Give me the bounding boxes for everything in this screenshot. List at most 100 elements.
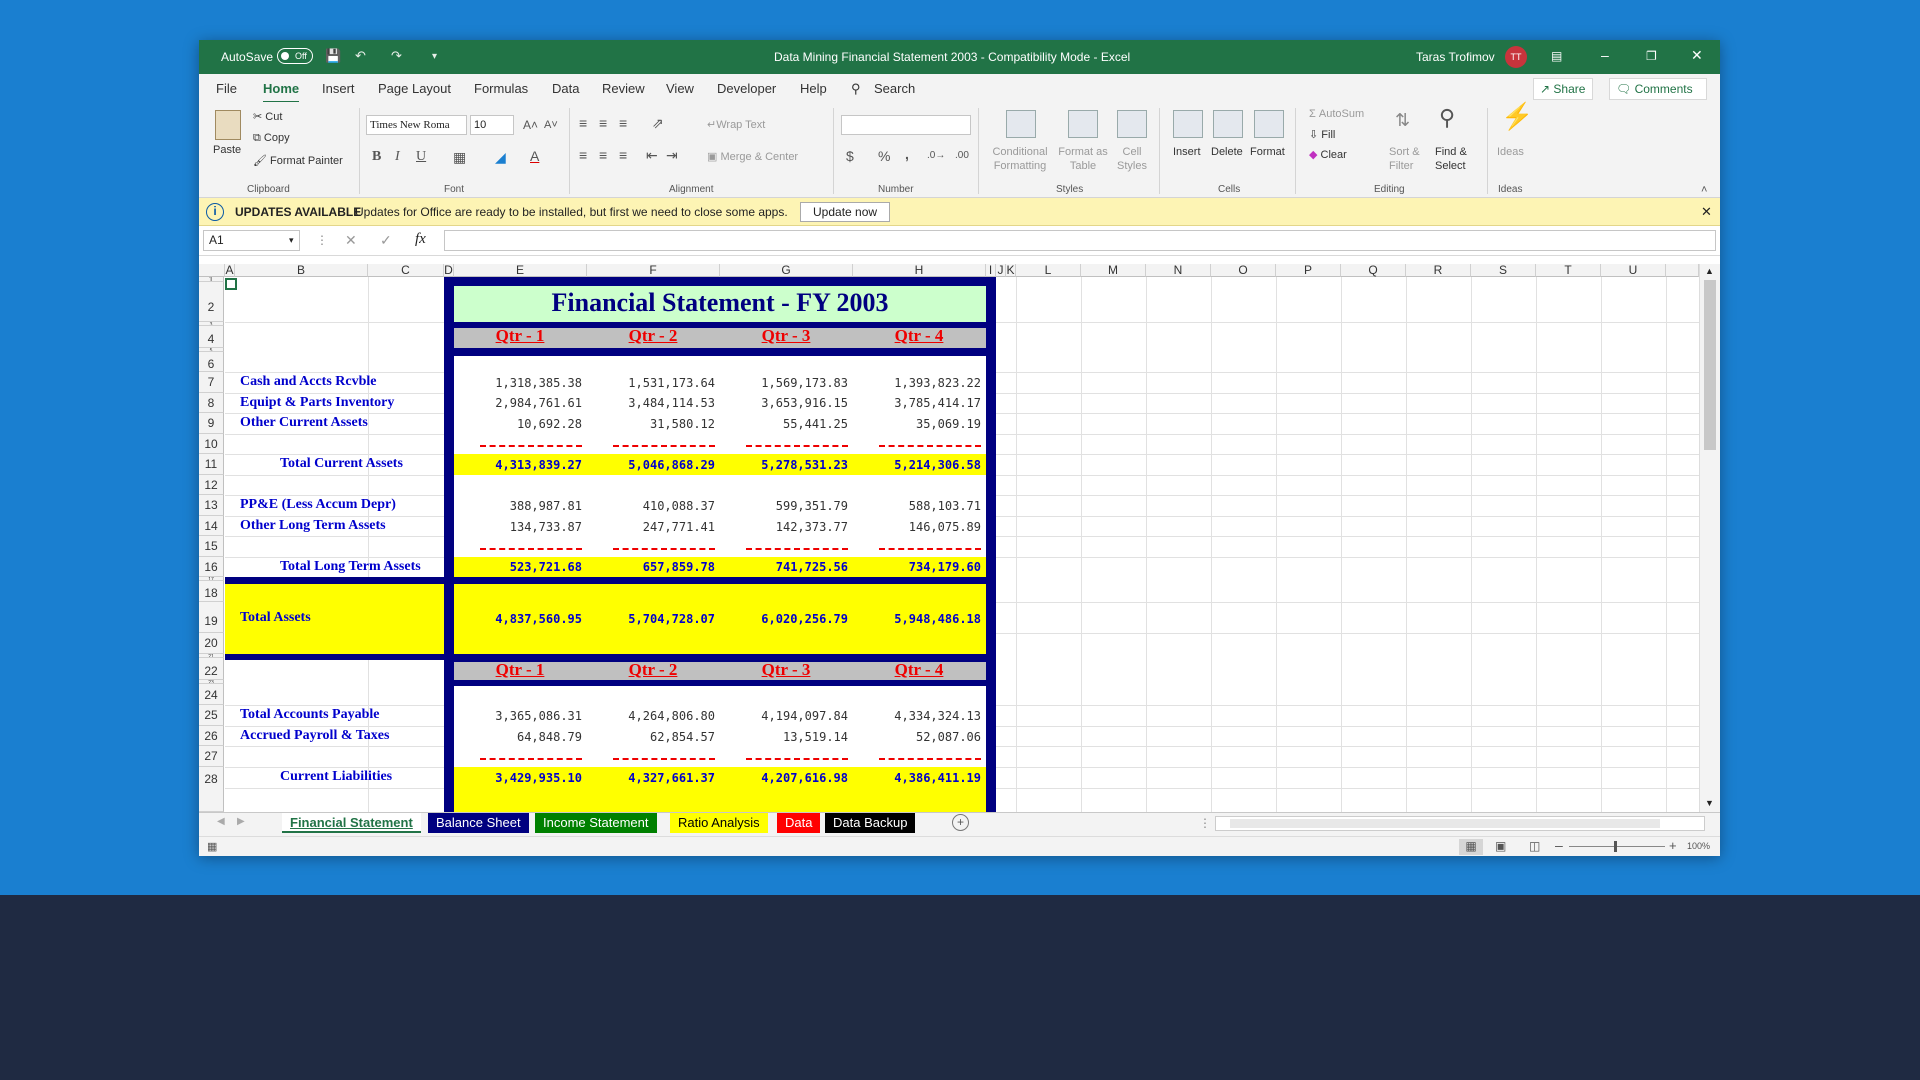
value-cell[interactable]: 4,264,806.80 xyxy=(585,709,715,723)
row-header[interactable]: 2 xyxy=(199,282,224,322)
column-header[interactable]: Q xyxy=(1341,264,1406,277)
tab-page-layout[interactable]: Page Layout xyxy=(378,81,451,96)
name-box[interactable]: A1 xyxy=(203,230,300,251)
value-cell[interactable]: 3,653,916.15 xyxy=(718,396,848,410)
close-message-icon[interactable]: ✕ xyxy=(1701,204,1712,220)
restore-icon[interactable]: ❐ xyxy=(1646,49,1657,63)
enter-icon[interactable]: ✓ xyxy=(380,232,392,249)
clear-button[interactable]: ◆ Clear xyxy=(1309,148,1347,161)
scroll-thumb[interactable] xyxy=(1704,280,1716,450)
format-as-table-button[interactable]: Format as xyxy=(1055,146,1111,158)
value-cell[interactable]: 410,088.37 xyxy=(585,499,715,513)
row-header[interactable]: 20 xyxy=(199,633,224,654)
sheet-tab-ratio-analysis[interactable]: Ratio Analysis xyxy=(670,813,768,833)
fill-button[interactable]: ⇩ Fill xyxy=(1309,128,1335,141)
insert-function-icon[interactable]: fx xyxy=(415,231,426,248)
column-header[interactable]: A xyxy=(225,264,235,277)
collapse-ribbon-icon[interactable]: ˄ xyxy=(1701,182,1707,198)
row-header[interactable]: 28 xyxy=(199,767,224,812)
column-header[interactable]: U xyxy=(1601,264,1666,277)
value-cell[interactable]: 62,854.57 xyxy=(585,730,715,744)
column-header[interactable]: J xyxy=(996,264,1006,277)
total-cell[interactable]: 657,859.78 xyxy=(585,560,715,574)
tab-file[interactable]: File xyxy=(216,81,237,96)
column-header[interactable]: D xyxy=(444,264,454,277)
autosum-button[interactable]: Σ AutoSum xyxy=(1309,108,1364,120)
tab-formulas[interactable]: Formulas xyxy=(474,81,528,96)
user-avatar[interactable]: TT xyxy=(1505,46,1527,68)
font-size-select[interactable]: 10 xyxy=(470,115,514,135)
value-cell[interactable]: 146,075.89 xyxy=(851,520,981,534)
tab-review[interactable]: Review xyxy=(602,81,645,96)
value-cell[interactable]: 4,334,324.13 xyxy=(851,709,981,723)
value-cell[interactable]: 55,441.25 xyxy=(718,417,848,431)
tab-help[interactable]: Help xyxy=(800,81,827,96)
value-cell[interactable]: 3,785,414.17 xyxy=(851,396,981,410)
total-cell[interactable]: 4,207,616.98 xyxy=(718,771,848,785)
orientation-icon[interactable]: ⇗ xyxy=(652,115,664,131)
ideas-icon[interactable]: ⚡ xyxy=(1501,103,1533,129)
sheet-tab-balance-sheet[interactable]: Balance Sheet xyxy=(428,813,529,833)
tab-data[interactable]: Data xyxy=(552,81,579,96)
ribbon-display-icon[interactable]: ▤ xyxy=(1551,49,1562,63)
column-header[interactable]: P xyxy=(1276,264,1341,277)
sort-filter-icon[interactable]: ⇅ xyxy=(1395,111,1410,129)
underline-button[interactable]: U xyxy=(416,149,426,165)
total-cell[interactable]: 6,020,256.79 xyxy=(718,612,848,626)
redo-icon[interactable]: ↷ xyxy=(391,48,402,64)
user-name[interactable]: Taras Trofimov xyxy=(1416,50,1495,64)
cancel-icon[interactable]: ✕ xyxy=(345,232,357,249)
font-color-icon[interactable]: A xyxy=(530,148,539,164)
value-cell[interactable]: 134,733.87 xyxy=(452,520,582,534)
increase-indent-icon[interactable]: ⇥ xyxy=(666,147,678,163)
align-bottom-icon[interactable]: ≡ xyxy=(619,115,627,131)
update-now-button[interactable]: Update now xyxy=(800,202,891,222)
row-header[interactable]: 10 xyxy=(199,434,224,454)
sheet-tab-data[interactable]: Data xyxy=(777,813,821,833)
value-cell[interactable]: 3,484,114.53 xyxy=(585,396,715,410)
next-sheet-icon[interactable]: ▶ xyxy=(237,816,245,827)
total-cell[interactable]: 5,278,531.23 xyxy=(718,458,848,472)
find-select-icon[interactable]: ⚲ xyxy=(1439,107,1455,129)
paste-icon[interactable] xyxy=(215,110,241,140)
autosave-toggle[interactable]: Off xyxy=(277,48,313,64)
format-cells-button[interactable]: Format xyxy=(1250,146,1285,158)
cell-styles-button[interactable]: Cell xyxy=(1113,146,1151,158)
undo-icon[interactable]: ↶ xyxy=(355,48,366,64)
find-select-button[interactable]: Find & xyxy=(1435,146,1467,158)
total-cell[interactable]: 3,429,935.10 xyxy=(452,771,582,785)
tab-insert[interactable]: Insert xyxy=(322,81,355,96)
column-header[interactable]: H xyxy=(853,264,986,277)
value-cell[interactable]: 35,069.19 xyxy=(851,417,981,431)
total-cell[interactable]: 734,179.60 xyxy=(851,560,981,574)
align-left-icon[interactable]: ≡ xyxy=(579,147,587,163)
row-header[interactable]: 24 xyxy=(199,684,224,705)
value-cell[interactable]: 3,365,086.31 xyxy=(452,709,582,723)
italic-button[interactable]: I xyxy=(395,149,400,165)
column-header[interactable]: K xyxy=(1006,264,1016,277)
total-cell[interactable]: 5,948,486.18 xyxy=(851,612,981,626)
row-header[interactable]: 6 xyxy=(199,352,224,372)
borders-icon[interactable]: ▦ xyxy=(453,149,466,165)
paste-button[interactable]: Paste xyxy=(213,144,241,156)
tab-home[interactable]: Home xyxy=(263,81,300,104)
grow-font-icon[interactable]: A˄ xyxy=(523,117,538,133)
row-header[interactable]: 4 xyxy=(199,326,224,348)
zoom-slider[interactable] xyxy=(1569,846,1665,847)
row-header[interactable]: 19 xyxy=(199,602,224,633)
formula-input[interactable] xyxy=(444,230,1716,251)
total-cell[interactable]: 523,721.68 xyxy=(452,560,582,574)
column-header[interactable]: I xyxy=(986,264,996,277)
align-middle-icon[interactable]: ≡ xyxy=(599,115,607,131)
horizontal-scrollbar[interactable] xyxy=(1215,816,1705,831)
value-cell[interactable]: 1,531,173.64 xyxy=(585,376,715,390)
minimize-icon[interactable]: – xyxy=(1601,47,1609,63)
align-center-icon[interactable]: ≡ xyxy=(599,147,607,163)
row-header[interactable]: 15 xyxy=(199,536,224,557)
column-header[interactable]: M xyxy=(1081,264,1146,277)
total-cell[interactable]: 5,704,728.07 xyxy=(585,612,715,626)
cell-styles-icon[interactable] xyxy=(1117,110,1147,138)
value-cell[interactable]: 31,580.12 xyxy=(585,417,715,431)
new-sheet-icon[interactable]: + xyxy=(952,814,969,831)
decrease-indent-icon[interactable]: ⇤ xyxy=(646,147,658,163)
